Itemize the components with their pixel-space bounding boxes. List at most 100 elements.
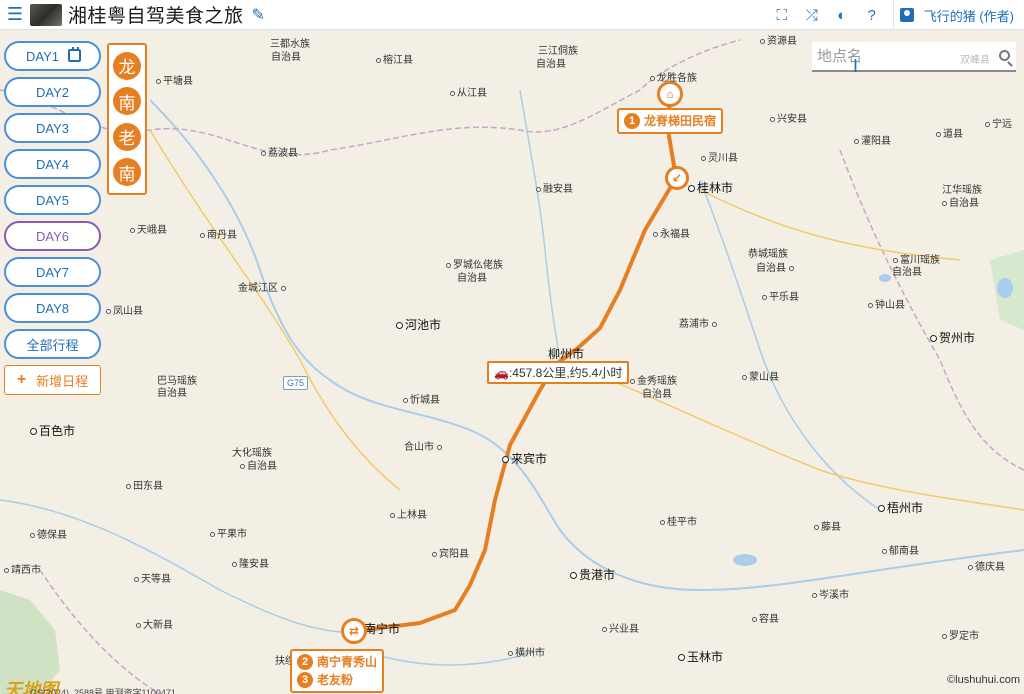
day-button-4[interactable]: DAY4 bbox=[4, 149, 101, 179]
place-label: 荔浦市 bbox=[679, 319, 719, 331]
place-dot bbox=[630, 378, 635, 384]
place-dot bbox=[134, 576, 139, 582]
poi-label-1[interactable]: 1 龙脊梯田民宿 bbox=[617, 108, 724, 134]
author-name: 飞行的猪 (作者) bbox=[923, 8, 1014, 24]
city-dot bbox=[570, 572, 577, 580]
country-boundary bbox=[39, 569, 161, 694]
place-dot bbox=[854, 138, 859, 144]
place-label-city: 南宁市 bbox=[364, 622, 401, 636]
header-toolbar: ⛶ ⤮ ◐ ? 飞行的猪 (作者) bbox=[767, 0, 1024, 30]
lake-2 bbox=[879, 274, 891, 282]
place-dot bbox=[789, 265, 794, 271]
place-dot bbox=[660, 519, 665, 525]
menu-icon[interactable]: ☰ bbox=[0, 0, 30, 30]
place-dot bbox=[712, 321, 717, 327]
place-label: 荔波县 bbox=[261, 148, 298, 160]
add-day-button[interactable]: + 新增日程 bbox=[4, 365, 101, 395]
day-button-7[interactable]: DAY7 bbox=[4, 257, 101, 287]
place-dot bbox=[653, 231, 658, 237]
place-label: 自治县 bbox=[157, 388, 187, 399]
place-label: 平果市 bbox=[210, 529, 247, 541]
place-dot bbox=[968, 564, 973, 570]
marker-waypoint-icon[interactable]: ↙ bbox=[665, 166, 689, 190]
day-button-3[interactable]: DAY3 bbox=[4, 113, 101, 143]
place-dot bbox=[403, 397, 408, 403]
marker-hotel-icon[interactable]: ⌂ bbox=[657, 81, 683, 107]
place-label: 德保县 bbox=[30, 530, 67, 542]
search-input[interactable] bbox=[812, 47, 982, 65]
place-label-city: 梧州市 bbox=[878, 502, 923, 514]
place-label: 自治县 bbox=[536, 59, 566, 70]
add-day-label: 新增日程 bbox=[36, 373, 89, 389]
place-label: 兴安县 bbox=[770, 114, 807, 126]
place-label: 自治县 bbox=[240, 461, 277, 473]
lake-3 bbox=[997, 278, 1013, 298]
place-label: 宁远 bbox=[985, 119, 1012, 131]
place-dot bbox=[376, 57, 381, 63]
search-icon[interactable] bbox=[999, 50, 1010, 61]
help-icon[interactable]: ? bbox=[857, 0, 887, 30]
place-label: 隆安县 bbox=[232, 559, 269, 571]
river-li bbox=[699, 179, 881, 511]
user-icon bbox=[899, 8, 914, 22]
place-dot bbox=[450, 90, 455, 96]
place-label: 永福县 bbox=[653, 229, 690, 241]
day-list: DAY1 DAY2 DAY3 DAY4 DAY5 DAY6 DAY7 DAY8 … bbox=[4, 41, 101, 395]
place-dot bbox=[130, 227, 135, 233]
place-label: 三都水族 bbox=[270, 39, 310, 50]
route-distance-label[interactable]: 🚗:457.8公里,约5.4小时 bbox=[487, 361, 630, 384]
place-dot bbox=[893, 257, 898, 263]
day-label: DAY1 bbox=[26, 48, 59, 64]
map-canvas[interactable]: 三江侗族 自治县 三都水族 自治县 榕江县 从江县 资源县 龙胜各族 兴安县 灌… bbox=[0, 30, 1024, 694]
place-label: 金城江区 bbox=[238, 283, 288, 295]
day-button-2[interactable]: DAY2 bbox=[4, 77, 101, 107]
place-dot bbox=[200, 232, 205, 238]
fit-view-icon[interactable]: ⛶ bbox=[767, 0, 797, 30]
city-dot bbox=[502, 456, 509, 464]
trip-thumbnail bbox=[30, 3, 62, 26]
place-label: 灌阳县 bbox=[854, 136, 891, 148]
place-label: 平塘县 bbox=[156, 76, 193, 88]
marker-transfer-icon[interactable]: ⇄ bbox=[341, 618, 367, 644]
place-dot bbox=[650, 75, 655, 81]
shuffle-icon[interactable]: ⤮ bbox=[797, 0, 827, 30]
poi-number: 2 bbox=[297, 654, 313, 670]
place-dot bbox=[4, 567, 9, 573]
all-itinerary-button[interactable]: 全部行程 bbox=[4, 329, 101, 359]
city-dot bbox=[878, 505, 885, 513]
place-label: 上林县 bbox=[390, 510, 427, 522]
place-dot bbox=[232, 561, 237, 567]
author-badge[interactable]: 飞行的猪 (作者) bbox=[899, 6, 1024, 25]
place-dot bbox=[882, 548, 887, 554]
place-label: 自治县 bbox=[942, 198, 979, 210]
day-button-1[interactable]: DAY1 bbox=[4, 41, 101, 71]
edit-pencil-icon[interactable]: ✎ bbox=[252, 5, 265, 25]
place-label: 大化瑶族 bbox=[232, 448, 272, 459]
place-label: 忻城县 bbox=[403, 395, 440, 407]
place-dot bbox=[942, 633, 947, 639]
poi-name: 老友粉 bbox=[317, 673, 354, 687]
place-search-box[interactable]: 双峰县 bbox=[812, 42, 1016, 72]
city-dot bbox=[688, 185, 695, 193]
place-label-city: 柳州市 bbox=[548, 347, 585, 361]
river-main bbox=[149, 99, 1024, 592]
text-cursor-icon: I bbox=[853, 56, 859, 76]
poi-number: 1 bbox=[624, 113, 640, 129]
place-dot bbox=[390, 512, 395, 518]
day-button-5[interactable]: DAY5 bbox=[4, 185, 101, 215]
city-dot bbox=[678, 654, 685, 662]
place-label: 道县 bbox=[936, 129, 963, 141]
day-button-6[interactable]: DAY6 bbox=[4, 221, 101, 251]
place-label: 德庆县 bbox=[968, 562, 1005, 574]
place-label-city: 河池市 bbox=[396, 319, 441, 331]
poi-label-2-3[interactable]: 2 南宁青秀山 3 老友粉 bbox=[290, 649, 385, 693]
place-label-city: 来宾市 bbox=[502, 453, 547, 465]
vertical-route-label[interactable]: 龙 南 老 南 bbox=[107, 43, 147, 195]
brain-icon[interactable]: ◐ bbox=[827, 0, 857, 30]
day-button-8[interactable]: DAY8 bbox=[4, 293, 101, 323]
place-label: 合山市 bbox=[404, 442, 444, 454]
place-label: 藤县 bbox=[814, 522, 841, 534]
calendar-icon[interactable] bbox=[68, 47, 81, 62]
place-label: 靖西市 bbox=[4, 565, 41, 577]
place-label: 郁南县 bbox=[882, 546, 919, 558]
